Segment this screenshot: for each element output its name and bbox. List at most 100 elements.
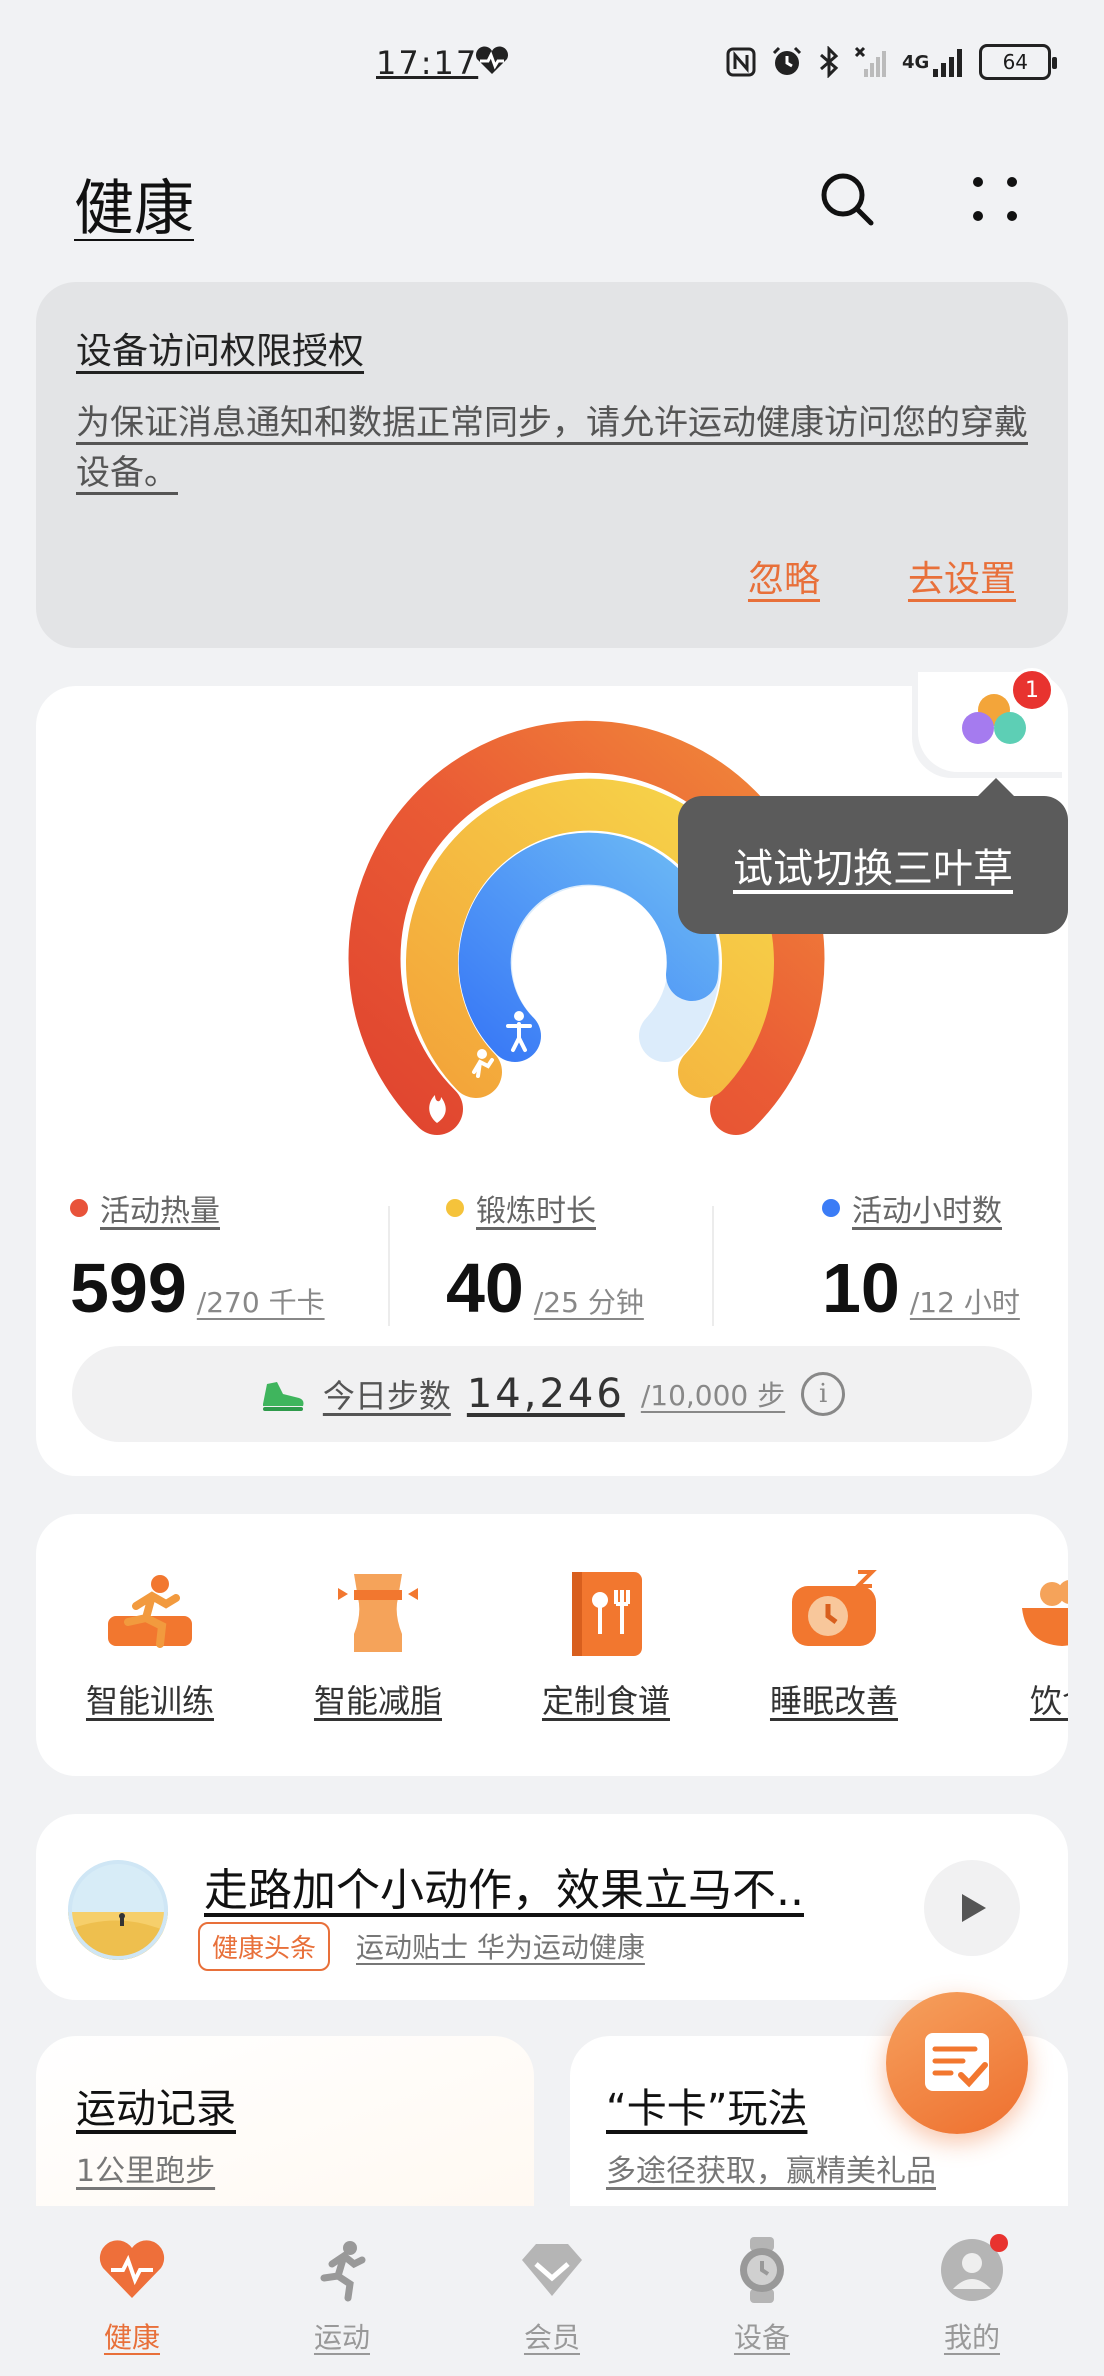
service-diet[interactable]: 饮食 xyxy=(962,1564,1068,1722)
bluetooth-icon xyxy=(818,46,840,78)
article-title: 走路加个小动作，效果立马不.. xyxy=(204,1865,804,1916)
nav-label: 运动 xyxy=(313,2321,370,2354)
calorie-value-row: 599 /270 千卡 xyxy=(70,1248,325,1328)
active-hours-value: 10 xyxy=(822,1249,900,1327)
search-button[interactable] xyxy=(814,166,880,232)
exercise-label: 锻炼时长 xyxy=(476,1194,596,1229)
runner-icon xyxy=(306,2234,378,2306)
network-label: 4G xyxy=(902,51,930,73)
body-shape-icon xyxy=(328,1564,428,1664)
status-bar: 17:17 4G 64 xyxy=(0,0,1104,130)
service-sleep-improve[interactable]: 睡眠改善 xyxy=(734,1564,934,1722)
service-label: 智能减脂 xyxy=(313,1682,442,1720)
nfc-icon xyxy=(726,47,756,77)
battery-icon: 64 xyxy=(979,44,1058,80)
active-hours-stat[interactable]: 活动小时数 10 /12 小时 xyxy=(822,1186,1020,1328)
profile-icon xyxy=(936,2234,1008,2306)
more-menu-button[interactable] xyxy=(962,166,1028,232)
active-hours-value-row: 10 /12 小时 xyxy=(822,1248,1020,1328)
calorie-value: 599 xyxy=(70,1249,187,1327)
exercise-stat-label: 锻炼时长 xyxy=(446,1186,644,1230)
exercise-stat[interactable]: 锻炼时长 40 /25 分钟 xyxy=(446,1186,644,1328)
nav-label: 会员 xyxy=(523,2321,580,2354)
notes-check-icon xyxy=(925,2033,989,2091)
exercise-value: 40 xyxy=(446,1249,524,1327)
nav-devices[interactable]: 设备 xyxy=(682,2234,842,2356)
calorie-label: 活动热量 xyxy=(100,1194,220,1229)
article-thumbnail xyxy=(68,1860,168,1960)
nav-profile[interactable]: 我的 xyxy=(892,2234,1052,2356)
calorie-stat-label: 活动热量 xyxy=(70,1186,325,1230)
bottom-nav: 健康 运动 会员 设备 我的 xyxy=(0,2206,1104,2376)
calorie-stat[interactable]: 活动热量 599 /270 千卡 xyxy=(70,1186,325,1328)
badge-count: 1 xyxy=(1025,677,1039,703)
status-time: 17:17 xyxy=(376,44,479,82)
active-hours-label: 活动小时数 xyxy=(852,1194,1002,1229)
watch-icon xyxy=(726,2234,798,2306)
sleep-pillow-icon xyxy=(784,1564,884,1664)
nav-member[interactable]: 会员 xyxy=(472,2234,632,2356)
nav-label: 我的 xyxy=(943,2321,1000,2354)
promo-sub: 多途径获取，赢精美礼品 xyxy=(606,2154,936,2189)
active-hours-goal: /12 小时 xyxy=(909,1286,1020,1319)
services-card: 智能训练 智能减脂 定制食谱 睡眠改善 饮食 xyxy=(36,1514,1068,1776)
stat-divider xyxy=(712,1206,714,1326)
play-icon xyxy=(962,1894,986,1922)
article-tag: 健康头条 xyxy=(198,1922,331,1971)
exercise-record-sub: 1公里跑步 xyxy=(76,2154,216,2189)
permission-card: 设备访问权限授权 为保证消息通知和数据正常同步，请允许运动健康访问您的穿戴设备。… xyxy=(36,282,1068,648)
exercise-dot xyxy=(446,1199,464,1217)
ignore-button[interactable]: 忽略 xyxy=(748,550,820,602)
search-icon xyxy=(821,173,874,226)
alarm-icon xyxy=(770,45,804,79)
service-smart-training[interactable]: 智能训练 xyxy=(50,1564,250,1722)
sim-signal-off-icon xyxy=(854,45,888,79)
nav-sports[interactable]: 运动 xyxy=(262,2234,422,2356)
article-source: 运动贴士 华为运动健康 xyxy=(356,1931,645,1964)
service-label: 智能训练 xyxy=(85,1682,214,1720)
shoe-icon xyxy=(262,1382,304,1411)
recipe-book-icon xyxy=(556,1564,656,1664)
steps-bar[interactable]: 今日步数 14,246 /10,000 步 i xyxy=(72,1346,1032,1442)
exercise-record-title: 运动记录 xyxy=(76,2086,236,2132)
calorie-goal: /270 千卡 xyxy=(196,1286,325,1319)
heart-icon xyxy=(96,2234,168,2306)
article-card[interactable]: 走路加个小动作，效果立马不.. 健康头条 运动贴士 华为运动健康 xyxy=(36,1814,1068,2000)
exercise-value-row: 40 /25 分钟 xyxy=(446,1248,644,1328)
stat-divider xyxy=(388,1206,390,1326)
food-bowl-icon xyxy=(1012,1564,1068,1664)
promo-title: “卡卡”玩法 xyxy=(606,2086,808,2132)
health-heart-icon xyxy=(476,46,508,74)
nav-label: 设备 xyxy=(733,2321,790,2354)
service-custom-recipe[interactable]: 定制食谱 xyxy=(506,1564,706,1722)
service-smart-fatloss[interactable]: 智能减脂 xyxy=(278,1564,478,1722)
nav-label: 健康 xyxy=(103,2321,160,2354)
profile-notification-dot xyxy=(990,2234,1008,2252)
tooltip-text: 试试切换三叶草 xyxy=(733,846,1013,892)
notification-badge: 1 xyxy=(1010,668,1054,712)
steps-goal: /10,000 步 xyxy=(640,1379,786,1412)
grid-dots-icon xyxy=(973,177,1017,221)
switch-tooltip[interactable]: 试试切换三叶草 xyxy=(678,778,1068,934)
permission-body: 为保证消息通知和数据正常同步，请允许运动健康访问您的穿戴设备。 xyxy=(76,403,1028,493)
steps-label: 今日步数 xyxy=(322,1377,451,1415)
steps-value: 14,246 xyxy=(466,1371,625,1417)
record-fab-button[interactable] xyxy=(886,1992,1028,2134)
page-title: 健康 xyxy=(74,174,194,244)
status-icons: 4G 64 xyxy=(726,44,1058,80)
network-4g-icon: 4G xyxy=(902,45,965,79)
info-icon[interactable]: i xyxy=(801,1372,846,1416)
exercise-goal: /25 分钟 xyxy=(533,1286,644,1319)
permission-title: 设备访问权限授权 xyxy=(76,331,365,372)
service-label: 定制食谱 xyxy=(541,1682,670,1720)
battery-level: 64 xyxy=(1002,50,1029,74)
play-button[interactable] xyxy=(924,1860,1020,1956)
active-hours-stat-label: 活动小时数 xyxy=(822,1186,1020,1230)
service-label: 睡眠改善 xyxy=(769,1682,898,1720)
ring-style-switch[interactable]: 1 xyxy=(918,668,1068,772)
calorie-dot xyxy=(70,1199,88,1217)
running-training-icon xyxy=(100,1564,200,1664)
diamond-icon xyxy=(516,2234,588,2306)
go-settings-button[interactable]: 去设置 xyxy=(908,550,1016,602)
nav-health[interactable]: 健康 xyxy=(52,2234,212,2356)
